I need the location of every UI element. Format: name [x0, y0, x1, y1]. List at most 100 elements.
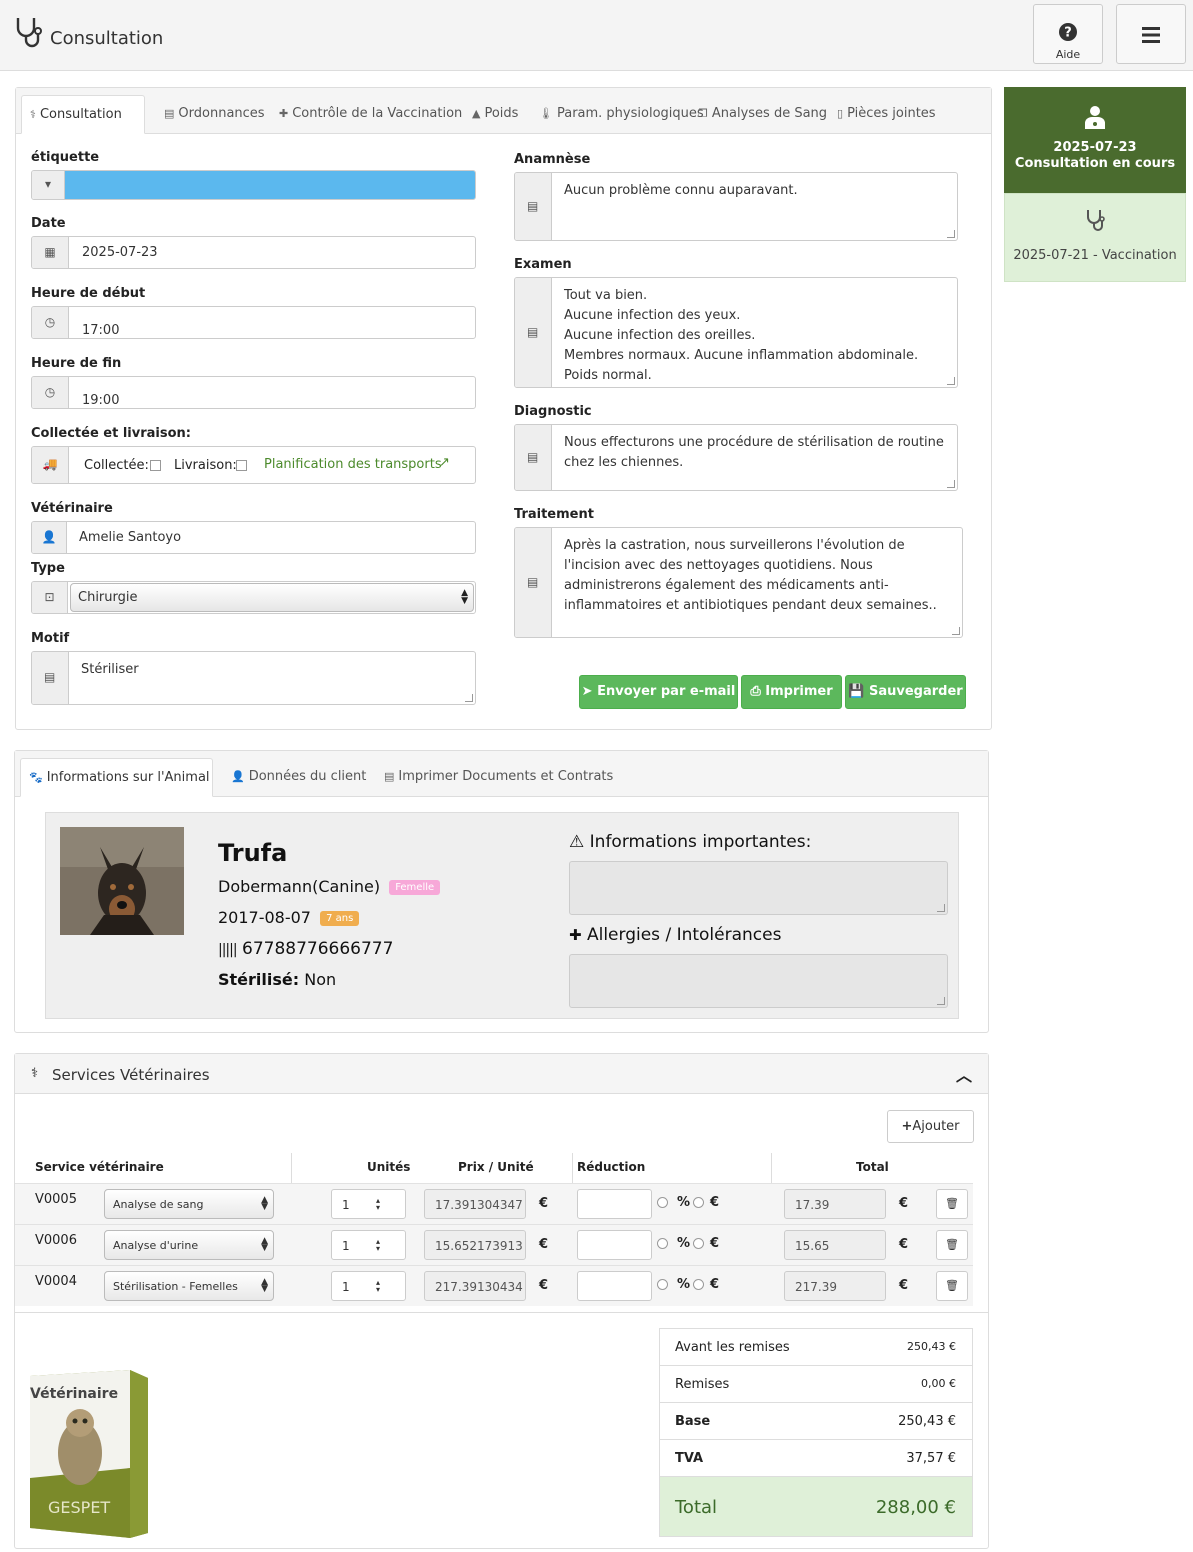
svg-text:?: ? [1064, 26, 1072, 41]
timeline-item-vaccination[interactable]: 2025-07-21 - Vaccination [1004, 193, 1186, 282]
discount-euro-radio[interactable] [693, 1197, 704, 1208]
stethoscope-icon [1087, 210, 1105, 231]
resize-handle[interactable] [947, 377, 955, 385]
discount-percent-radio[interactable] [657, 1197, 668, 1208]
vet-value: Amelie Santoyo [79, 530, 182, 545]
select-arrows-icon: ▲ ▼ [261, 1236, 268, 1253]
end-time-field[interactable]: ◷ 19:00 [31, 376, 476, 409]
spinner-icon[interactable]: ▴ ▾ [376, 1197, 380, 1212]
start-time-field[interactable]: ◷ 17:00 [31, 306, 476, 339]
tab-param-physio[interactable]: 🌡 Param. physiologiques [531, 95, 712, 134]
discount-input[interactable] [577, 1189, 652, 1219]
tab-consultation[interactable]: ⚕ Consultation [21, 95, 145, 134]
units-input[interactable]: 1 ▴ ▾ [331, 1189, 406, 1219]
collected-checkbox[interactable] [150, 460, 161, 471]
service-select[interactable]: Stérilisation - Femelles ▲ ▼ [104, 1271, 274, 1301]
important-info-field[interactable] [569, 861, 948, 915]
chevron-up-icon[interactable]: ︿ [956, 1062, 972, 1086]
delete-row-button[interactable]: 🗑 [936, 1230, 968, 1260]
newspaper-icon: ▤ [164, 107, 175, 120]
print-icon: ⎙ [750, 684, 761, 699]
delete-row-button[interactable]: 🗑 [936, 1189, 968, 1219]
timeline-current[interactable]: 2025-07-23 Consultation en cours [1004, 87, 1186, 193]
paper-plane-icon: ➤ [581, 684, 593, 699]
service-select[interactable]: Analyse de sang ▲ ▼ [104, 1189, 274, 1219]
pickup-group: 🚚 Collectée: Livraison: Planification de… [31, 446, 476, 484]
discount-percent-radio[interactable] [657, 1279, 668, 1290]
anamnese-field[interactable]: ▤ Aucun problème connu auparavant. [514, 172, 958, 241]
totals-before-row: Avant les remises 250,43 € [660, 1329, 972, 1366]
spinner-icon[interactable]: ▴ ▾ [376, 1279, 380, 1294]
animal-breed-row: Dobermann(Canine) Femelle [218, 877, 441, 896]
animal-name: Trufa [218, 839, 288, 867]
diagnostic-field[interactable]: ▤ Nous effecturons une procédure de stér… [514, 424, 958, 491]
allergies-field[interactable] [569, 954, 948, 1008]
delivery-label: Livraison: [174, 458, 237, 473]
delivery-checkbox[interactable] [236, 460, 247, 471]
animal-breed: Dobermann(Canine) [218, 877, 381, 896]
truck-icon: 🚚 [32, 447, 69, 483]
resize-handle[interactable] [952, 627, 960, 635]
tab-vaccination[interactable]: ✚ Contrôle de la Vaccination [271, 95, 470, 134]
price-input: 217.39130434 [424, 1271, 526, 1301]
start-time-label: Heure de début [31, 286, 146, 301]
add-service-button[interactable]: +Ajouter [887, 1110, 974, 1143]
help-button[interactable]: ? Aide [1033, 4, 1103, 64]
spinner-icon[interactable]: ▴ ▾ [376, 1238, 380, 1253]
animal-sterilized-row: Stérilisé: Non [218, 970, 336, 989]
tab-ordonnances[interactable]: ▤ Ordonnances [156, 95, 273, 134]
discount-euro-radio[interactable] [693, 1238, 704, 1249]
traitement-field[interactable]: ▤ Après la castration, nous surveilleron… [514, 527, 963, 638]
user-icon: 👤 [32, 522, 67, 553]
vet-field[interactable]: 👤 Amelie Santoyo [31, 521, 476, 554]
select-arrows-icon: ▲ ▼ [461, 588, 468, 606]
service-select[interactable]: Analyse d'urine ▲ ▼ [104, 1230, 274, 1260]
units-input[interactable]: 1 ▴ ▾ [331, 1230, 406, 1260]
examen-field[interactable]: ▤ Tout va bien. Aucune infection des yeu… [514, 277, 958, 388]
totals-base-row: Base 250,43 € [660, 1403, 972, 1440]
units-input[interactable]: 1 ▴ ▾ [331, 1271, 406, 1301]
tab-poids[interactable]: ▲ Poids [464, 95, 526, 134]
menu-button[interactable] [1116, 4, 1186, 64]
discount-euro-radio[interactable] [693, 1279, 704, 1290]
animal-tabs: 🐾 Informations sur l'Animal 👤 Données du c… [15, 751, 988, 797]
paw-icon: 🐾 [29, 771, 43, 784]
tab-print-docs[interactable]: ▤ Imprimer Documents et Contrats [376, 758, 621, 797]
col-price: Prix / Unité [458, 1160, 534, 1174]
resize-handle[interactable] [465, 694, 473, 702]
area-chart-icon: ▲ [472, 107, 481, 120]
save-button[interactable]: 💾 Sauvegarder [845, 675, 966, 709]
delete-row-button[interactable]: 🗑 [936, 1271, 968, 1301]
tab-animal-info[interactable]: 🐾 Informations sur l'Animal [20, 758, 213, 797]
caret-square-icon: ⊡ [32, 582, 68, 613]
clock-icon: ◷ [32, 307, 69, 338]
discount-percent-radio[interactable] [657, 1238, 668, 1249]
allergies-heading: ✚ Allergies / Intolérances [569, 925, 782, 945]
label-color-select[interactable]: ▾ [31, 170, 476, 200]
totals-tva-row: TVA 37,57 € [660, 1440, 972, 1477]
date-field[interactable]: ▦ 2025-07-23 [31, 236, 476, 269]
discount-input[interactable] [577, 1271, 652, 1301]
timeline-item-text: 2025-07-21 - Vaccination [1013, 248, 1177, 263]
resize-handle[interactable] [947, 230, 955, 238]
animal-chip-row: ||||| 67788776666777 [218, 939, 393, 959]
tab-client-data[interactable]: 👤 Données du client [223, 758, 374, 797]
resize-handle[interactable] [947, 480, 955, 488]
service-code: V0006 [35, 1233, 77, 1248]
copy-icon: ❐ [698, 107, 708, 120]
tab-pieces-jointes[interactable]: ▯ Pièces jointes [829, 95, 944, 134]
external-link-icon: ↗ [439, 455, 450, 470]
print-button[interactable]: ⎙ Imprimer [741, 675, 842, 709]
dropdown-toggle[interactable]: ▾ [32, 171, 65, 199]
type-select[interactable]: ⊡ Chirurgie ▲ ▼ [31, 581, 476, 614]
motif-value: Stériliser [81, 662, 139, 677]
file-text-icon: ▤ [515, 425, 552, 490]
thermometer-icon: 🌡 [539, 107, 553, 120]
stethoscope-icon [16, 18, 42, 48]
motif-field[interactable]: ▤ Stériliser [31, 651, 476, 705]
tab-analyses[interactable]: ❐ Analyses de Sang [690, 95, 835, 134]
discount-input[interactable] [577, 1230, 652, 1260]
transport-link[interactable]: Planification des transports [264, 457, 442, 472]
send-email-button[interactable]: ➤ Envoyer par e-mail [579, 675, 738, 709]
plus-icon: + [901, 1119, 913, 1134]
